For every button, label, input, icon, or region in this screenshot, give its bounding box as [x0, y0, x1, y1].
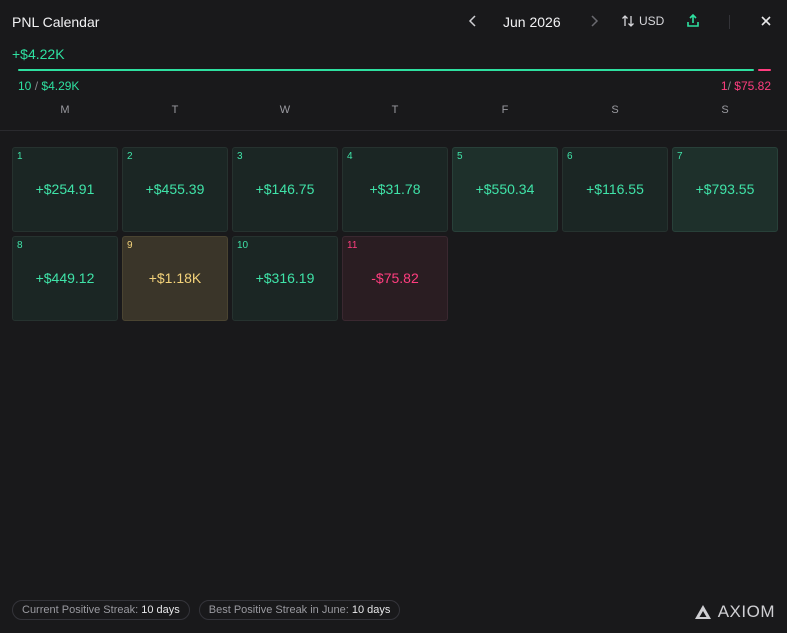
best-streak-label: Best Positive Streak in June:	[208, 604, 349, 616]
day-number: 5	[457, 151, 463, 162]
positive-summary: 10 / $4.29K	[18, 79, 79, 93]
calendar-day-cell[interactable]: 2 +$455.39	[122, 147, 228, 232]
weekday-label: W	[279, 104, 291, 116]
weekday-label: S	[721, 104, 729, 116]
calendar-day-cell[interactable]: 9 +$1.18K	[122, 236, 228, 321]
day-pnl: +$449.12	[35, 270, 95, 286]
day-number: 3	[237, 151, 243, 162]
header: PNL Calendar Jun 2026 USD	[0, 0, 787, 44]
axiom-logo-icon	[694, 605, 711, 619]
day-pnl: +$455.39	[145, 181, 205, 197]
day-number: 7	[677, 151, 683, 162]
calendar-day-cell[interactable]: 4 +$31.78	[342, 147, 448, 232]
swap-icon	[622, 15, 634, 27]
current-streak-badge: Current Positive Streak: 10 days	[12, 600, 190, 620]
calendar-day-cell[interactable]: 1 +$254.91	[12, 147, 118, 232]
page-title: PNL Calendar	[12, 14, 100, 30]
day-pnl: +$550.34	[475, 181, 535, 197]
negative-separator: /	[727, 79, 731, 93]
day-pnl: +$31.78	[369, 181, 421, 197]
day-number: 10	[237, 240, 249, 251]
weekday-header: M T W T F S S	[10, 104, 780, 116]
calendar-day-cell[interactable]: 7 +$793.55	[672, 147, 778, 232]
negative-amount: $75.82	[734, 79, 771, 93]
negative-count: 1	[720, 79, 728, 93]
calendar-day-cell[interactable]: 5 +$550.34	[452, 147, 558, 232]
current-streak-label: Current Positive Streak:	[22, 604, 139, 616]
close-button[interactable]	[759, 13, 773, 34]
weekday-label: M	[60, 104, 70, 116]
calendar-day-cell[interactable]: 11 -$75.82	[342, 236, 448, 321]
header-divider	[729, 15, 730, 29]
best-streak-value: 10 days	[351, 604, 391, 616]
chevron-right-icon	[591, 15, 599, 27]
day-pnl: +$146.75	[255, 181, 315, 197]
weekday-label: T	[171, 104, 179, 116]
close-icon	[761, 16, 771, 26]
day-number: 11	[347, 240, 358, 251]
day-number: 2	[127, 151, 133, 162]
header-divider-line	[0, 130, 787, 131]
day-number: 6	[567, 151, 573, 162]
chevron-left-icon	[468, 15, 476, 27]
day-pnl: +$254.91	[35, 181, 95, 197]
weekday-label: F	[501, 104, 509, 116]
weekday-label: S	[611, 104, 619, 116]
positive-count: 10	[18, 79, 32, 93]
positive-bar	[18, 69, 754, 71]
positive-amount: $4.29K	[41, 79, 80, 93]
share-button[interactable]	[686, 13, 700, 34]
day-number: 9	[127, 240, 133, 251]
calendar-day-cell[interactable]: 8 +$449.12	[12, 236, 118, 321]
day-pnl: +$316.19	[255, 270, 315, 286]
best-streak-badge: Best Positive Streak in June: 10 days	[198, 600, 401, 620]
current-streak-value: 10 days	[141, 604, 180, 616]
calendar-grid: 1 +$254.91 2 +$455.39 3 +$146.75 4 +$31.…	[12, 147, 778, 321]
day-number: 4	[347, 151, 353, 162]
day-pnl: +$1.18K	[148, 270, 202, 286]
calendar-day-cell[interactable]: 10 +$316.19	[232, 236, 338, 321]
weekday-label: T	[391, 104, 399, 116]
total-pnl: +$4.22K	[12, 46, 65, 62]
currency-label: USD	[639, 14, 665, 28]
prev-month-button[interactable]	[466, 13, 480, 32]
calendar-day-cell[interactable]: 3 +$146.75	[232, 147, 338, 232]
negative-bar	[758, 69, 771, 71]
axiom-logo: AXIOM	[694, 602, 775, 622]
day-pnl: -$75.82	[371, 270, 419, 286]
calendar-day-cell[interactable]: 6 +$116.55	[562, 147, 668, 232]
negative-summary: 1/ $75.82	[721, 79, 771, 93]
day-pnl: +$793.55	[695, 181, 755, 197]
share-icon	[687, 13, 699, 27]
day-number: 8	[17, 240, 23, 251]
day-number: 1	[17, 151, 23, 162]
logo-text: AXIOM	[717, 602, 775, 621]
streak-footer: Current Positive Streak: 10 days Best Po…	[12, 600, 401, 620]
next-month-button[interactable]	[587, 13, 601, 32]
day-pnl: +$116.55	[586, 181, 644, 197]
month-label: Jun 2026	[503, 14, 561, 30]
positive-separator: /	[34, 79, 39, 93]
currency-toggle[interactable]: USD	[621, 13, 664, 29]
